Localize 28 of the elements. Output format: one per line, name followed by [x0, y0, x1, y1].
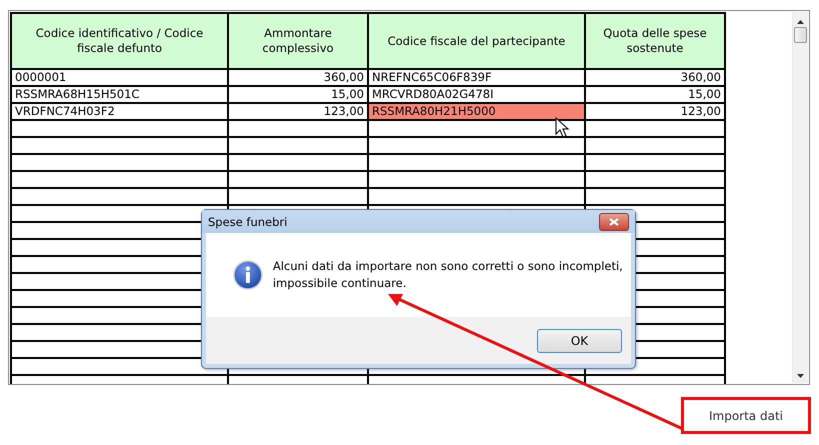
mouse-cursor-icon — [556, 116, 570, 138]
dialog-title: Spese funebri — [208, 214, 288, 228]
table-cell: 123,00 — [585, 103, 725, 120]
scrollbar[interactable] — [792, 12, 808, 383]
table-cell: VRDFNC74H03F2 — [11, 103, 228, 120]
ok-button[interactable]: OK — [537, 328, 622, 352]
table-cell: 360,00 — [585, 69, 725, 86]
table-cell: NREFNC65C06F839F — [368, 69, 585, 86]
column-header: Quota delle spese sostenute — [585, 13, 725, 69]
scroll-thumb[interactable] — [794, 27, 807, 43]
scroll-down-icon[interactable] — [797, 374, 804, 378]
column-header: Ammontare complessivo — [228, 13, 368, 69]
table-cell: MRCVRD80A02G478I — [368, 86, 585, 103]
info-icon — [233, 260, 263, 290]
table-cell: 0000001 — [11, 69, 228, 86]
invalid-cell: RSSMRA80H21H5000 — [368, 103, 585, 120]
import-button[interactable]: Importa dati — [681, 397, 811, 434]
table-cell: 123,00 — [228, 103, 368, 120]
table-cell: RSSMRA68H15H501C — [11, 86, 228, 103]
table-cell: 360,00 — [228, 69, 368, 86]
table-cell: 15,00 — [585, 86, 725, 103]
scroll-up-icon[interactable] — [797, 20, 804, 24]
table-cell: 15,00 — [228, 86, 368, 103]
dialog-message: Alcuni dati da importare non sono corretti o sono incompleti, impossibile continuare. — [272, 258, 624, 292]
column-header: Codice fiscale del partecipante — [368, 13, 585, 69]
close-icon — [609, 218, 619, 226]
column-header: Codice identificativo / Codice fiscale defunto — [11, 13, 228, 69]
close-button[interactable] — [599, 212, 629, 230]
